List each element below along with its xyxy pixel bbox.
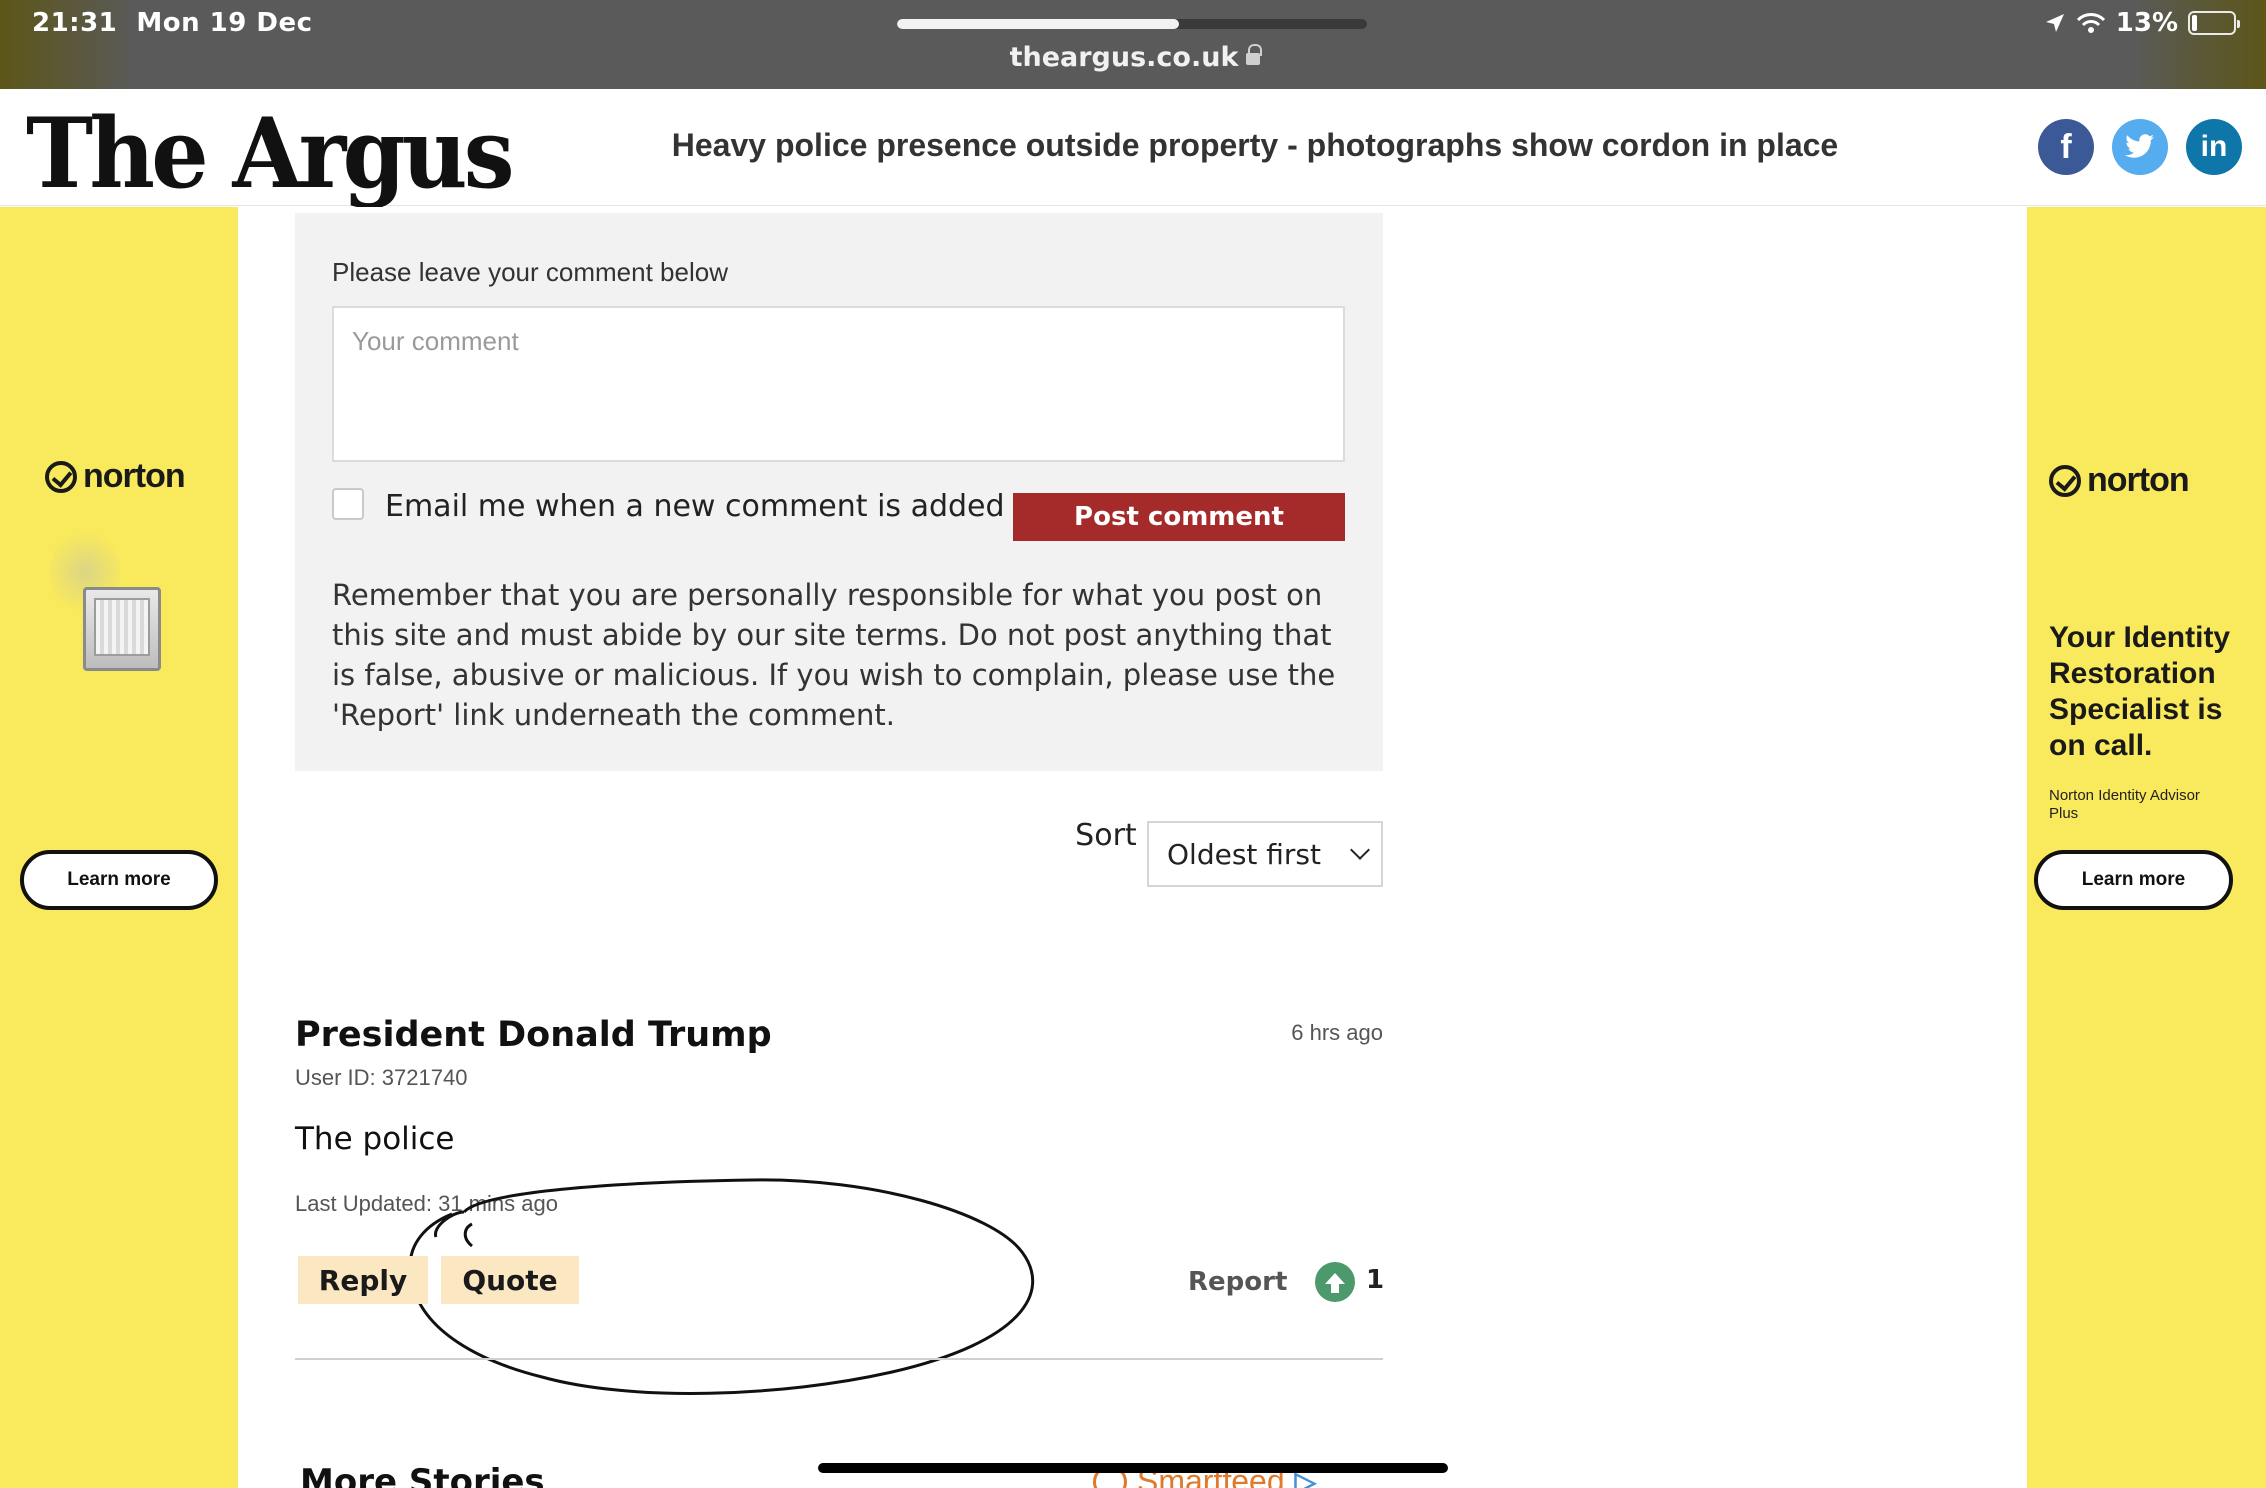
post-comment-button[interactable]: Post comment bbox=[1013, 493, 1345, 541]
main-content: Please leave your comment below Email me… bbox=[238, 207, 2027, 1488]
ad-headline: Your Identity Restoration Specialist is … bbox=[2049, 621, 2231, 762]
safe-illustration bbox=[83, 577, 161, 671]
battery-fill bbox=[2192, 15, 2198, 31]
battery-icon bbox=[2188, 11, 2240, 35]
comment-last-updated: Last Updated: 31 mins ago bbox=[295, 1191, 558, 1216]
safe-door bbox=[94, 598, 150, 656]
vote-count: 1 bbox=[1366, 1265, 1385, 1295]
battery-percent: 13% bbox=[2115, 8, 2178, 38]
sort-selected-value: Oldest first bbox=[1167, 837, 1321, 871]
site-logo[interactable]: The Argus bbox=[26, 97, 515, 210]
comment-input[interactable] bbox=[332, 306, 1345, 462]
upvote-arrow bbox=[1325, 1272, 1345, 1293]
norton-brand-text: norton bbox=[83, 457, 186, 495]
safe-body bbox=[83, 587, 161, 671]
comment-form: Please leave your comment below Email me… bbox=[295, 213, 1383, 771]
upvote-icon[interactable] bbox=[1315, 1262, 1355, 1302]
chevron-down-icon bbox=[1350, 840, 1370, 860]
comment-terms-text: Remember that you are personally respons… bbox=[332, 578, 1336, 732]
comment-author[interactable]: President Donald Trump bbox=[295, 1015, 772, 1055]
norton-logo: norton bbox=[45, 457, 186, 496]
social-share: f in bbox=[2038, 119, 2242, 175]
url-text: theargus.co.uk bbox=[1009, 42, 1239, 73]
page-load-progress-fill bbox=[897, 19, 1179, 29]
comment-form-label: Please leave your comment below bbox=[332, 257, 728, 287]
norton-check-icon bbox=[2049, 464, 2081, 497]
site-header: The Argus Heavy police presence outside … bbox=[0, 89, 2266, 210]
twitter-icon[interactable] bbox=[2112, 119, 2168, 175]
linkedin-icon[interactable]: in bbox=[2186, 119, 2242, 175]
norton-check-icon bbox=[45, 460, 77, 493]
status-time: 21:31 Mon 19 Dec bbox=[32, 8, 313, 38]
comment-divider bbox=[295, 1358, 1383, 1360]
norton-brand-text: norton bbox=[2087, 461, 2190, 499]
comment-timestamp: 6 hrs ago bbox=[1291, 1020, 1383, 1045]
comment-body: The police bbox=[295, 1121, 455, 1157]
sort-select[interactable]: Oldest first bbox=[1147, 821, 1383, 887]
email-notify-label[interactable]: Email me when a new comment is added bbox=[385, 489, 1005, 524]
ad-product-name: Norton Identity Advisor Plus bbox=[2049, 787, 2200, 822]
right-advertisement[interactable]: norton Your Identity Restoration Special… bbox=[2027, 207, 2266, 1488]
learn-more-button[interactable]: Learn more bbox=[20, 850, 218, 910]
lock-icon bbox=[1246, 44, 1263, 65]
more-stories-heading: More Stories bbox=[300, 1462, 545, 1488]
norton-logo: norton bbox=[2049, 461, 2190, 500]
location-arrow-icon bbox=[2045, 14, 2064, 32]
date: Mon 19 Dec bbox=[136, 8, 313, 38]
status-indicators: 13% bbox=[2044, 8, 2240, 38]
status-bar: 21:31 Mon 19 Dec theargus.co.uk 13% bbox=[0, 0, 2266, 89]
email-notify-checkbox[interactable] bbox=[332, 488, 364, 520]
clock: 21:31 bbox=[32, 8, 118, 38]
article-headline: Heavy police presence outside property -… bbox=[671, 127, 1839, 163]
reply-button[interactable]: Reply bbox=[298, 1256, 428, 1304]
home-indicator[interactable] bbox=[818, 1463, 1448, 1473]
left-advertisement[interactable]: norton Learn more bbox=[0, 207, 238, 1488]
facebook-icon[interactable]: f bbox=[2038, 119, 2094, 175]
learn-more-button[interactable]: Learn more bbox=[2034, 850, 2233, 910]
quote-button[interactable]: Quote bbox=[441, 1256, 579, 1304]
page-load-progress bbox=[897, 19, 1367, 29]
address-bar[interactable]: theargus.co.uk bbox=[1000, 42, 1270, 73]
wifi-icon bbox=[2076, 13, 2105, 33]
report-link[interactable]: Report bbox=[1188, 1267, 1287, 1297]
comment-user-id: User ID: 3721740 bbox=[295, 1065, 468, 1090]
